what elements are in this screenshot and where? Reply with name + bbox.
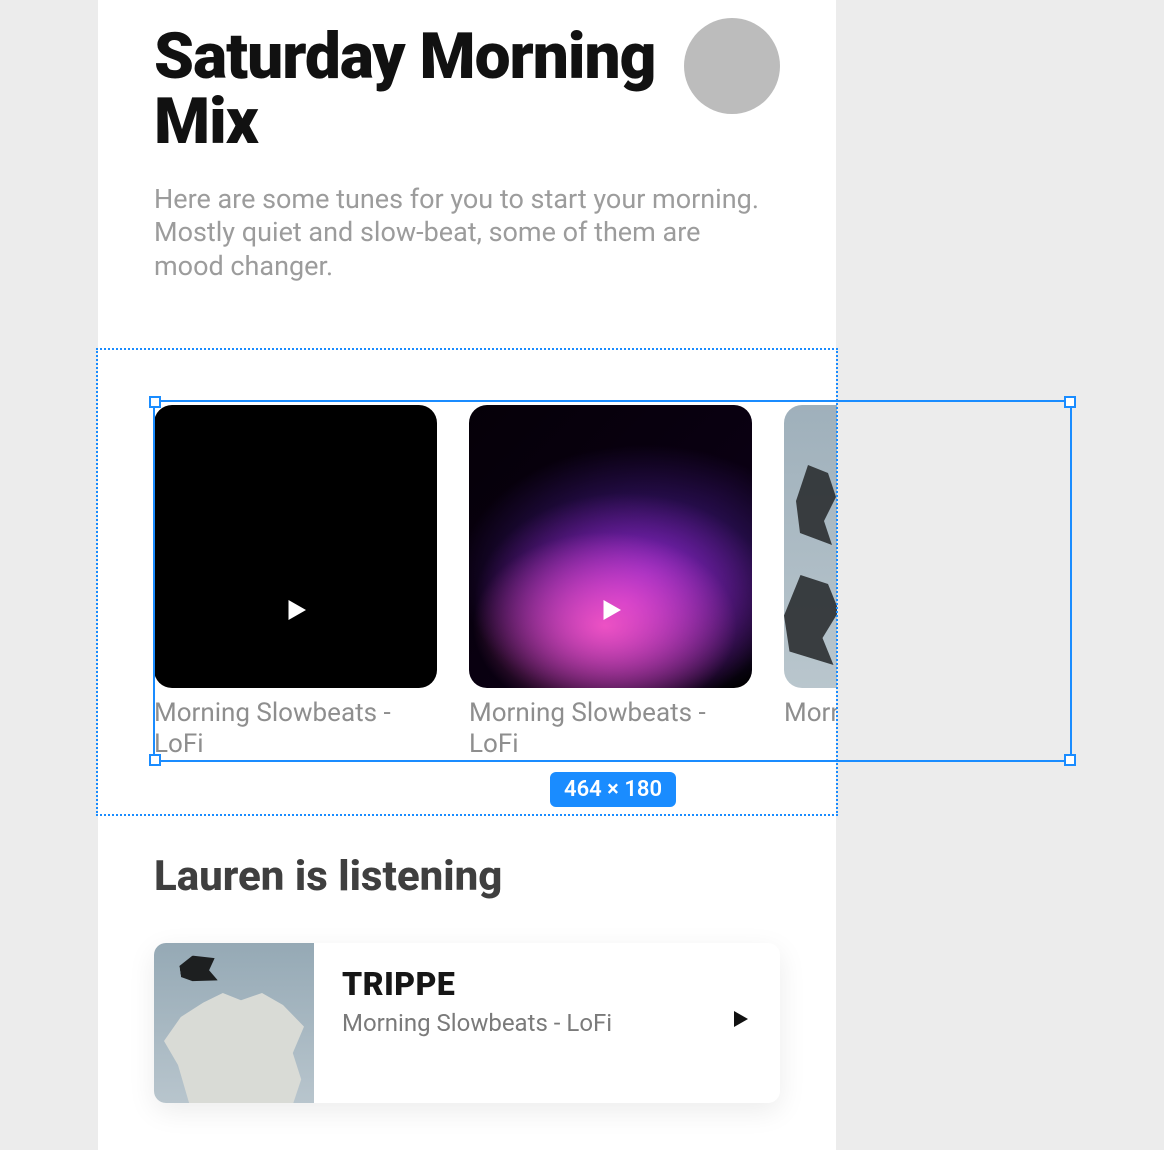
now-playing-art: [154, 943, 314, 1103]
app-frame: Saturday Morning Mix Here are some tunes…: [98, 0, 836, 1150]
mix-card-label: Morning Slowbeats - LoFi: [784, 698, 837, 729]
section-title: Lauren is listening: [154, 852, 780, 901]
now-playing-title: TRIPPE: [342, 965, 756, 1003]
avatar[interactable]: [684, 18, 780, 114]
play-icon: [154, 595, 437, 625]
now-playing-subtitle: Morning Slowbeats - LoFi: [342, 1009, 756, 1037]
mix-card-label: Morning Slowbeats - LoFi: [154, 698, 437, 760]
page-title: Saturday Morning Mix: [154, 24, 674, 155]
mix-card[interactable]: Morning Slowbeats - LoFi: [784, 405, 1067, 760]
mix-carousel[interactable]: Morning Slowbeats - LoFi Morning Slowbea…: [154, 405, 1164, 760]
mix-card-art[interactable]: [469, 405, 752, 688]
mix-card-art[interactable]: [784, 405, 837, 688]
now-playing-body: TRIPPE Morning Slowbeats - LoFi: [314, 943, 780, 1103]
mix-card[interactable]: Morning Slowbeats - LoFi: [154, 405, 437, 760]
play-icon: [469, 595, 752, 625]
mix-card-label: Morning Slowbeats - LoFi: [469, 698, 752, 760]
play-button[interactable]: [728, 1007, 752, 1035]
mix-card-art[interactable]: [154, 405, 437, 688]
mix-card[interactable]: Morning Slowbeats - LoFi: [469, 405, 752, 760]
friend-activity-section: Lauren is listening TRIPPE Morning Slowb…: [154, 852, 780, 1103]
page-subtitle: Here are some tunes for you to start you…: [154, 183, 774, 284]
header: Saturday Morning Mix Here are some tunes…: [98, 0, 836, 284]
now-playing-card[interactable]: TRIPPE Morning Slowbeats - LoFi: [154, 943, 780, 1103]
